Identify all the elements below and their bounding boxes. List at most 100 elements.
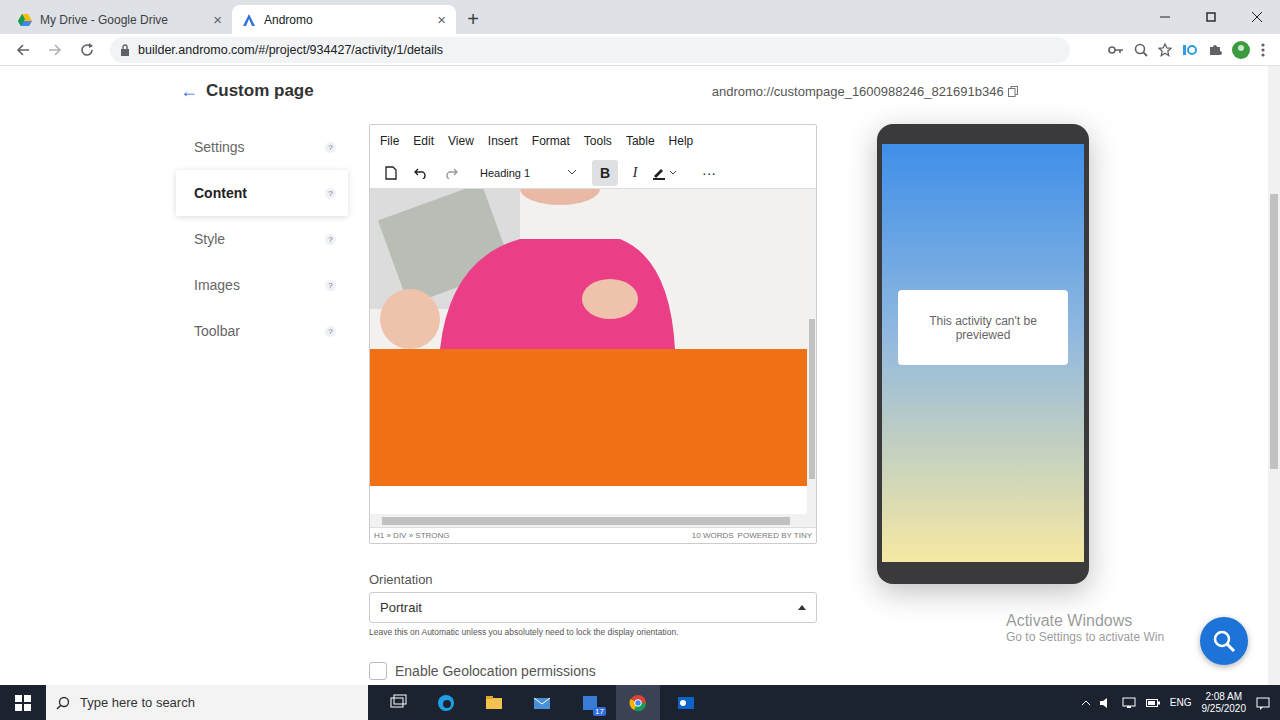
input-language[interactable]: ENG [1170, 697, 1192, 708]
sidebar-item[interactable]: Style? [176, 216, 348, 262]
horizontal-scrollbar[interactable] [370, 514, 816, 527]
redo-icon [444, 167, 458, 179]
extension-iq-icon[interactable] [1182, 43, 1198, 57]
profile-avatar-icon[interactable] [1232, 41, 1250, 59]
editor-menu-item[interactable]: Table [626, 134, 655, 148]
editor-menu-item[interactable]: Edit [413, 134, 434, 148]
star-icon[interactable] [1158, 43, 1172, 57]
block-format-dropdown[interactable]: Heading 1 [472, 160, 584, 186]
taskbar-app[interactable] [376, 685, 420, 720]
watermark-title: Activate Windows [1006, 612, 1164, 630]
notifications-icon[interactable] [1256, 696, 1270, 710]
chevron-down-icon [568, 170, 576, 175]
window-controls [1142, 0, 1280, 34]
sidebar-item[interactable]: Images? [176, 262, 348, 308]
undo-button[interactable] [408, 160, 434, 186]
taskbar-app[interactable] [424, 685, 468, 720]
page-scrollbar[interactable] [1268, 66, 1280, 685]
close-icon [1252, 12, 1262, 22]
text-color-button[interactable] [652, 160, 678, 186]
editor-menu-item[interactable]: Insert [488, 134, 518, 148]
activation-watermark: Activate WindowsGo to Settings to activa… [1006, 612, 1164, 644]
menu-dots-icon[interactable] [1260, 42, 1266, 58]
help-badge[interactable]: ? [325, 142, 336, 153]
help-badge[interactable]: ? [325, 234, 336, 245]
new-document-button[interactable] [378, 160, 404, 186]
forward-button[interactable] [42, 43, 68, 57]
drive-icon [18, 14, 32, 26]
page: ←Custom pageandromo://custompage_1600988… [0, 66, 1280, 685]
clock[interactable]: 2:08 AM9/25/2020 [1202, 691, 1247, 715]
editor-menu-item[interactable]: Help [669, 134, 694, 148]
taskbar-app[interactable] [664, 685, 708, 720]
help-badge[interactable]: ? [325, 280, 336, 291]
back-arrow-icon [16, 43, 30, 57]
taskbar: Type here to search 17 ENG 2:08 AM9/25/2020 [0, 685, 1280, 720]
back-button[interactable] [10, 43, 36, 57]
browser-tab[interactable]: My Drive - Google Drive × [8, 5, 232, 34]
start-button[interactable] [0, 695, 46, 711]
scroll-thumb[interactable] [1270, 194, 1278, 469]
sidebar-item[interactable]: Content? [176, 170, 348, 216]
browser-tab[interactable]: Andromo× [232, 5, 456, 34]
bold-button[interactable]: B [592, 160, 618, 186]
reload-button[interactable] [74, 43, 100, 57]
sidebar-label: Settings [194, 139, 245, 155]
back-link[interactable]: ← [176, 81, 206, 102]
orientation-select[interactable]: Portrait [369, 592, 817, 623]
geolocation-checkbox[interactable] [369, 662, 387, 680]
url-field[interactable]: builder.andromo.com/#/project/934427/act… [110, 37, 1070, 63]
search-fab[interactable] [1200, 617, 1248, 665]
rich-text-editor: File Edit View Insert Format Tools Table Help He… [369, 124, 817, 544]
help-badge[interactable]: ? [325, 326, 336, 337]
redo-button[interactable] [438, 160, 464, 186]
close-window-button[interactable] [1234, 12, 1280, 22]
taskbar-app[interactable]: 17 [568, 685, 612, 720]
editor-content[interactable] [370, 189, 816, 514]
restore-icon [1206, 12, 1216, 22]
orientation-label: Orientation [369, 572, 817, 587]
battery-icon[interactable] [1146, 698, 1160, 708]
vertical-scrollbar[interactable] [807, 189, 816, 514]
maximize-button[interactable] [1188, 12, 1234, 22]
geolocation-option[interactable]: Enable Geolocation permissions [369, 662, 817, 680]
tab-close[interactable]: × [437, 11, 446, 28]
new-tab-button[interactable]: + [456, 5, 490, 34]
more-button[interactable]: ··· [696, 160, 722, 186]
network-icon[interactable] [1122, 697, 1136, 709]
search-placeholder: Type here to search [80, 695, 195, 710]
taskbar-search[interactable]: Type here to search [46, 685, 368, 720]
sidebar-label: Toolbar [194, 323, 240, 339]
sidebar-item[interactable]: Settings? [176, 124, 348, 170]
chevron-up-icon[interactable] [1082, 700, 1090, 705]
taskbar-app[interactable] [520, 685, 564, 720]
zoom-icon[interactable] [1134, 43, 1148, 57]
content-image [370, 189, 807, 514]
tab-close[interactable]: × [213, 11, 222, 28]
key-icon[interactable] [1108, 44, 1124, 56]
taskbar-app[interactable] [472, 685, 516, 720]
editor-toolbar: Heading 1 BI ··· [370, 157, 816, 189]
edge-icon [437, 694, 455, 712]
tab-label: My Drive - Google Drive [40, 13, 205, 27]
italic-button[interactable]: I [622, 160, 648, 186]
editor-menu-item[interactable]: View [448, 134, 474, 148]
volume-icon[interactable] [1100, 697, 1112, 709]
editor-menu-item[interactable]: Tools [584, 134, 612, 148]
sidebar-item[interactable]: Toolbar? [176, 308, 348, 354]
powered-by: POWERED BY TINY [738, 531, 812, 540]
minimize-button[interactable] [1142, 12, 1188, 22]
editor-menu-item[interactable]: File [380, 134, 399, 148]
dropdown-arrow-icon [798, 605, 806, 610]
forward-arrow-icon [48, 43, 62, 57]
scroll-thumb[interactable] [809, 319, 815, 479]
scroll-thumb[interactable] [382, 517, 790, 525]
editor-menu-item[interactable]: Format [532, 134, 570, 148]
help-badge[interactable]: ? [325, 188, 336, 199]
windows-logo-icon [15, 695, 31, 711]
puzzle-icon[interactable] [1208, 43, 1222, 57]
copy-icon[interactable] [1008, 86, 1018, 97]
document-icon [385, 166, 397, 180]
notification-badge: 17 [593, 707, 606, 716]
taskbar-app[interactable] [616, 685, 660, 720]
